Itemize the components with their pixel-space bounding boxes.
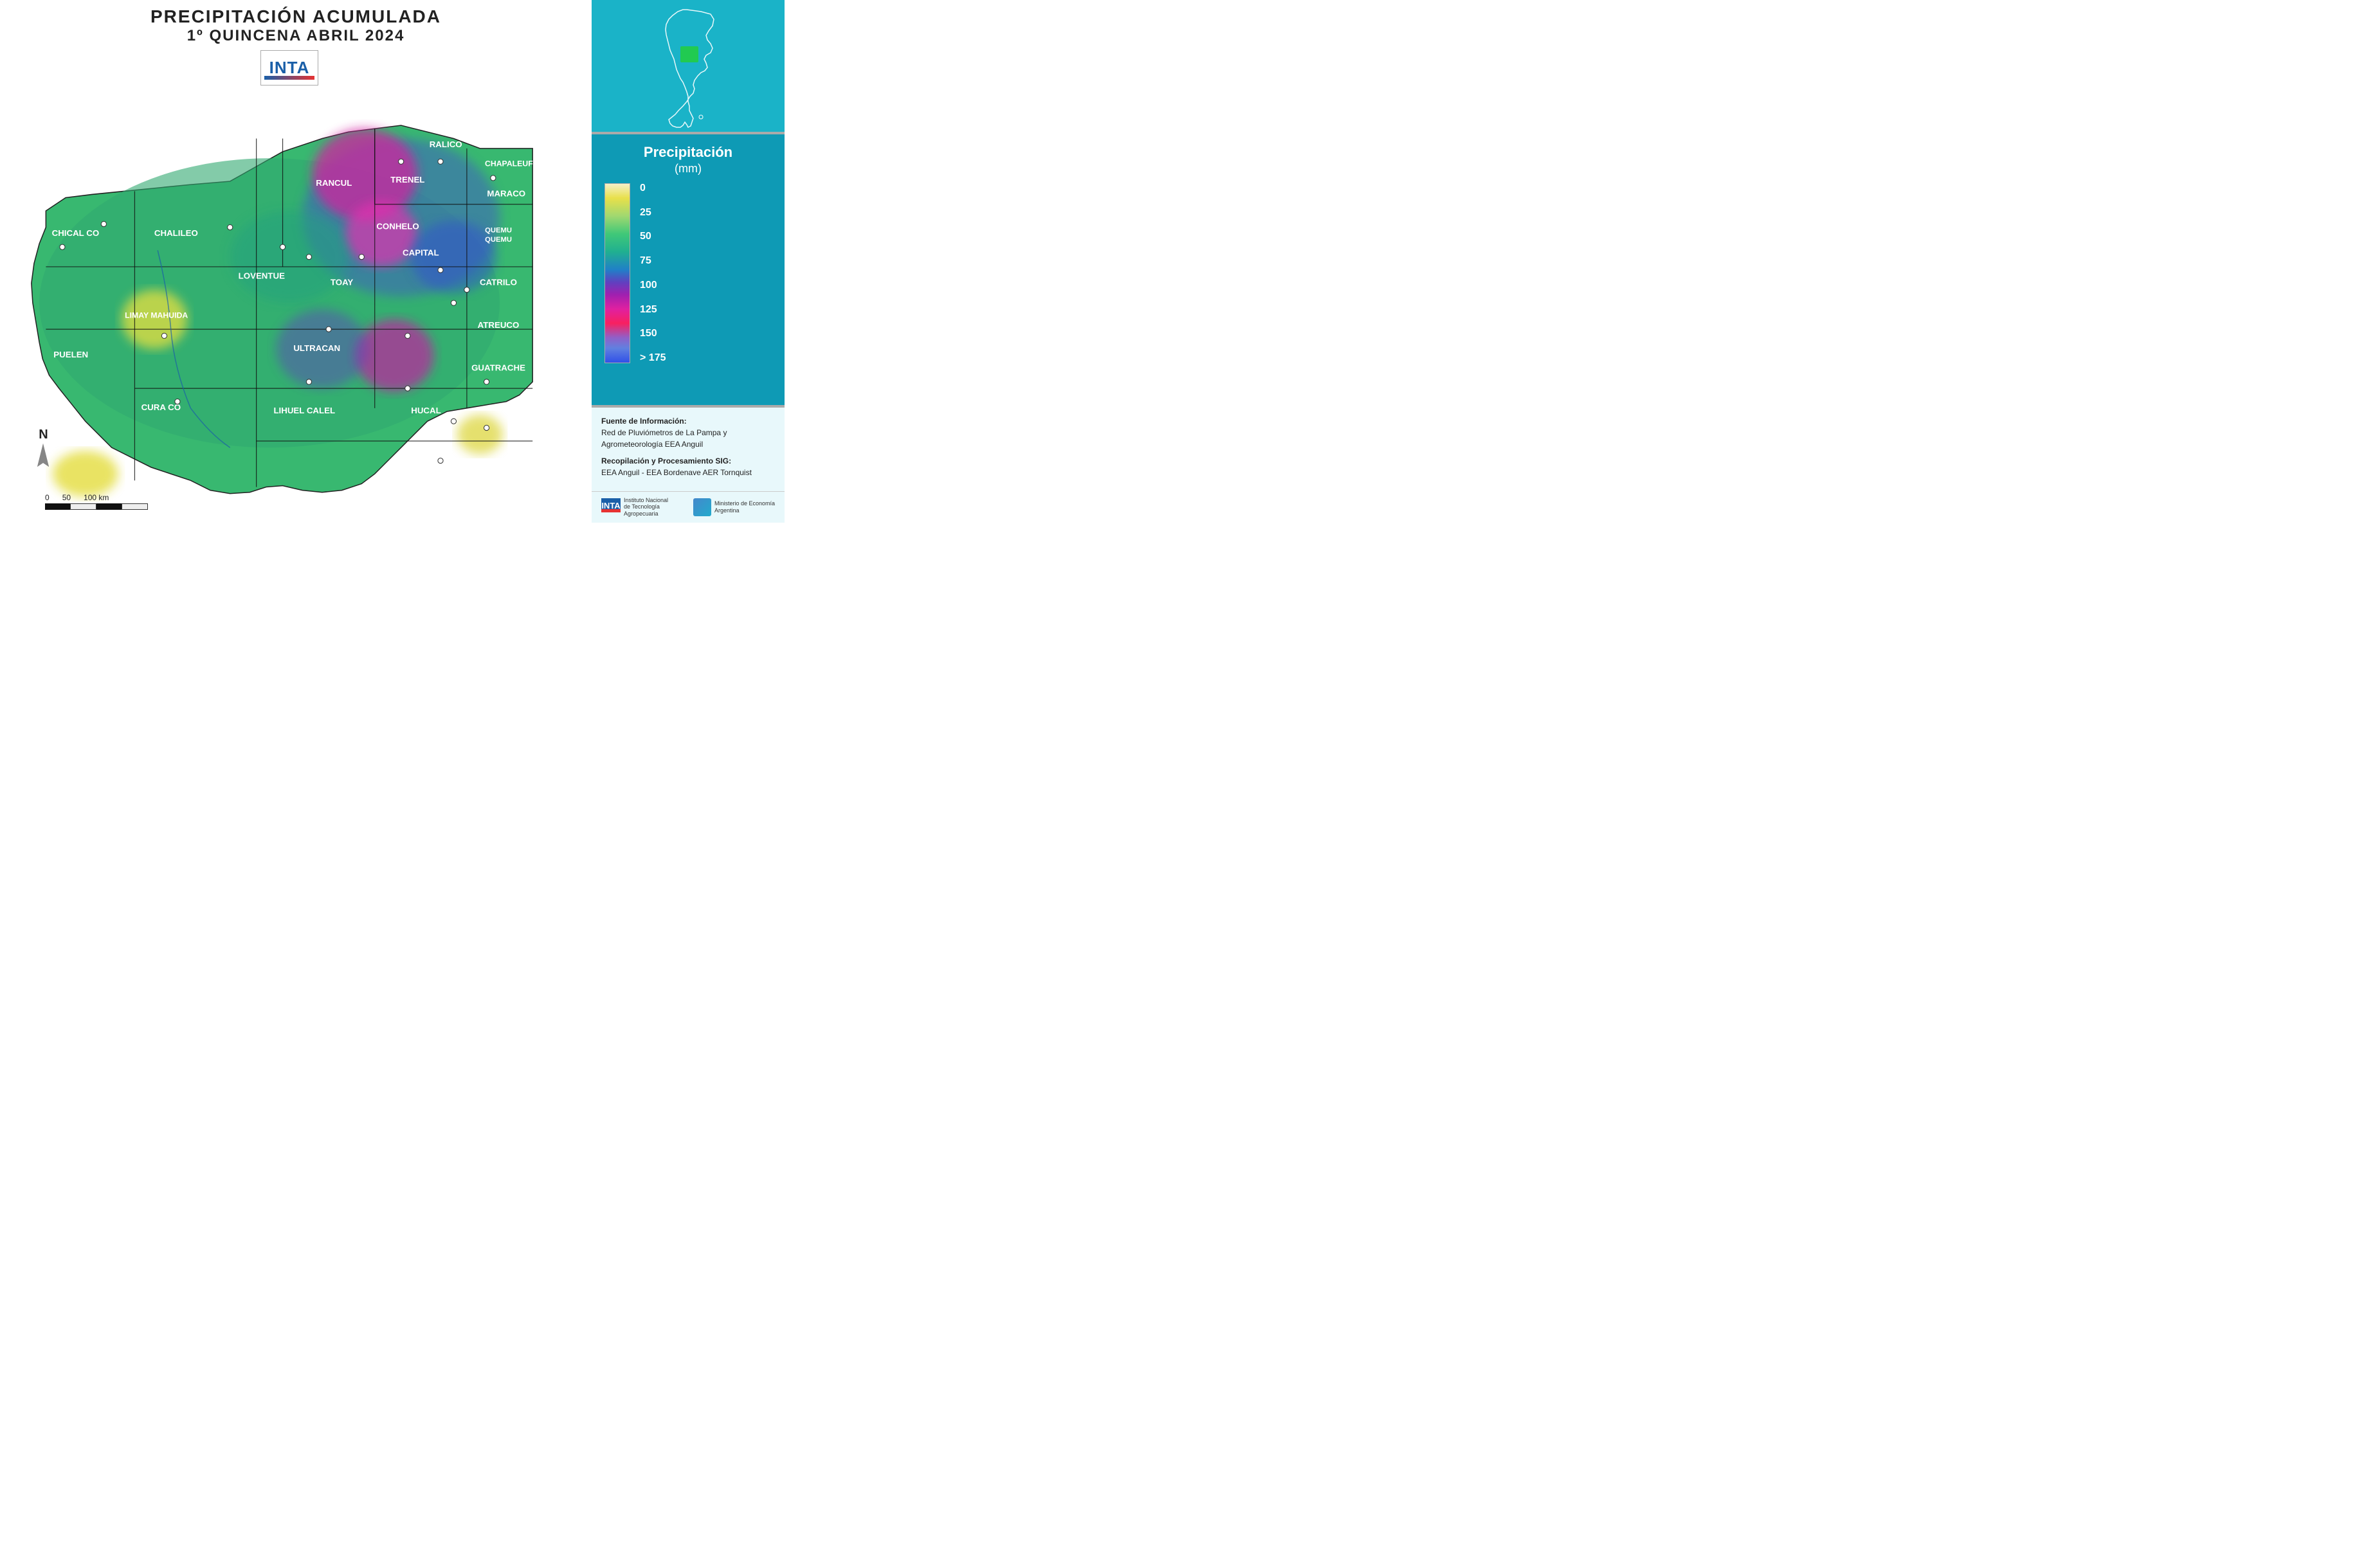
inta-bottom-box: INTA: [601, 498, 621, 516]
legend-label-125: 125: [640, 305, 666, 315]
label-ralico: RALICO: [430, 140, 462, 149]
label-toay: TOAY: [331, 278, 354, 287]
source-label: Fuente de Información:: [601, 417, 687, 426]
label-hucal: HUCAL: [411, 406, 441, 415]
minecon-icon: [693, 498, 711, 516]
info-area: Fuente de Información: Red de Pluviómetr…: [592, 408, 785, 491]
label-maraco: MARACO: [487, 189, 525, 199]
scale-bar: 0 50 100 km: [45, 493, 148, 510]
source-info: Fuente de Información: Red de Pluviómetr…: [601, 415, 775, 450]
title-line1: PRECIPITACIÓN ACUMULADA: [6, 6, 585, 27]
label-puelen: PUELEN: [53, 350, 88, 359]
source-text: Red de Pluviómetros de La Pampa y Agrome…: [601, 428, 727, 449]
label-rancul: RANCUL: [316, 178, 352, 188]
legend-subtitle: (mm): [604, 162, 772, 176]
north-arrow: N: [32, 428, 55, 478]
scale-50: 50: [62, 493, 71, 502]
argentina-thumbnail: [592, 0, 785, 132]
inta-bottom-text: Instituto Nacionalde Tecnología Agropecu…: [624, 497, 688, 518]
scale-labels: 0 50 100 km: [45, 493, 148, 502]
map-svg: CHICAL CO CHALILEO LOVENTUE TOAY CAPITAL…: [6, 50, 585, 516]
svg-text:INTA: INTA: [601, 501, 621, 510]
minecon-text: Ministerio de EconomíaArgentina: [714, 500, 775, 514]
label-curaco: CURA CO: [141, 402, 181, 412]
label-trenel: TRENEL: [390, 175, 424, 185]
processing-info: Recopilación y Procesamiento SIG: EEA An…: [601, 455, 775, 478]
legend-label-50: 50: [640, 231, 666, 242]
north-label: N: [32, 428, 55, 442]
bottom-logos: INTA Instituto Nacionalde Tecnología Agr…: [592, 491, 785, 523]
main-area: PRECIPITACIÓN ACUMULADA 1º QUINCENA ABRI…: [0, 0, 592, 523]
scale-seg-3: [96, 503, 122, 510]
scale-100: 100 km: [84, 493, 109, 502]
label-loventue: LOVENTUE: [239, 271, 285, 280]
legend-labels: 0 25 50 75 100 125 150 > 175: [640, 183, 666, 363]
inta-logo: INTA: [260, 50, 318, 86]
legend-label-175: > 175: [640, 353, 666, 363]
label-chical-co: CHICAL CO: [52, 228, 100, 238]
sidebar: Precipitación (mm) 0 25 50 75 100 125 15…: [592, 0, 785, 523]
label-ultracan: ULTRACAN: [293, 343, 340, 353]
legend-label-0: 0: [640, 183, 666, 194]
legend-bar-row: 0 25 50 75 100 125 150 > 175: [604, 183, 772, 363]
minecon-logo: Ministerio de EconomíaArgentina: [693, 498, 775, 516]
label-catrilo: CATRILO: [480, 278, 517, 287]
inta-label: INTA: [269, 58, 310, 78]
scale-seg-1: [45, 503, 70, 510]
scale-seg-2: [70, 503, 96, 510]
legend-label-25: 25: [640, 208, 666, 218]
label-quemu2: QUEMU: [485, 236, 512, 244]
inta-bar: [264, 76, 314, 80]
legend-label-75: 75: [640, 256, 666, 266]
label-quemu: QUEMU: [485, 227, 512, 235]
label-chapaleufu: CHAPALEUF: [485, 159, 533, 168]
legend-label-100: 100: [640, 280, 666, 291]
title-block: PRECIPITACIÓN ACUMULADA 1º QUINCENA ABRI…: [6, 6, 585, 45]
legend-title: Precipitación: [604, 144, 772, 161]
scale-graphic: [45, 503, 148, 510]
legend-area: Precipitación (mm) 0 25 50 75 100 125 15…: [592, 134, 785, 405]
title-line2: 1º QUINCENA ABRIL 2024: [6, 27, 585, 45]
label-limay: LIMAY MAHUIDA: [125, 311, 188, 320]
scale-0: 0: [45, 493, 50, 502]
legend-gradient-bar: [604, 183, 630, 363]
label-capital: CAPITAL: [403, 248, 439, 258]
processing-label: Recopilación y Procesamiento SIG:: [601, 456, 731, 465]
legend-label-150: 150: [640, 329, 666, 339]
label-conhelo: CONHELO: [376, 222, 419, 231]
label-guatrache: GUATRACHE: [471, 363, 525, 373]
label-lihuel: LIHUEL CALEL: [273, 406, 335, 415]
scale-seg-4: [122, 503, 148, 510]
label-atreuco: ATREUCO: [478, 320, 520, 330]
label-chalileo: CHALILEO: [154, 228, 198, 238]
inta-bottom-logo: INTA Instituto Nacionalde Tecnología Agr…: [601, 497, 688, 518]
argentina-map-svg: [637, 6, 740, 129]
processing-text: EEA Anguil - EEA Bordenave AER Tornquist: [601, 468, 752, 477]
map-container: INTA: [6, 50, 585, 516]
